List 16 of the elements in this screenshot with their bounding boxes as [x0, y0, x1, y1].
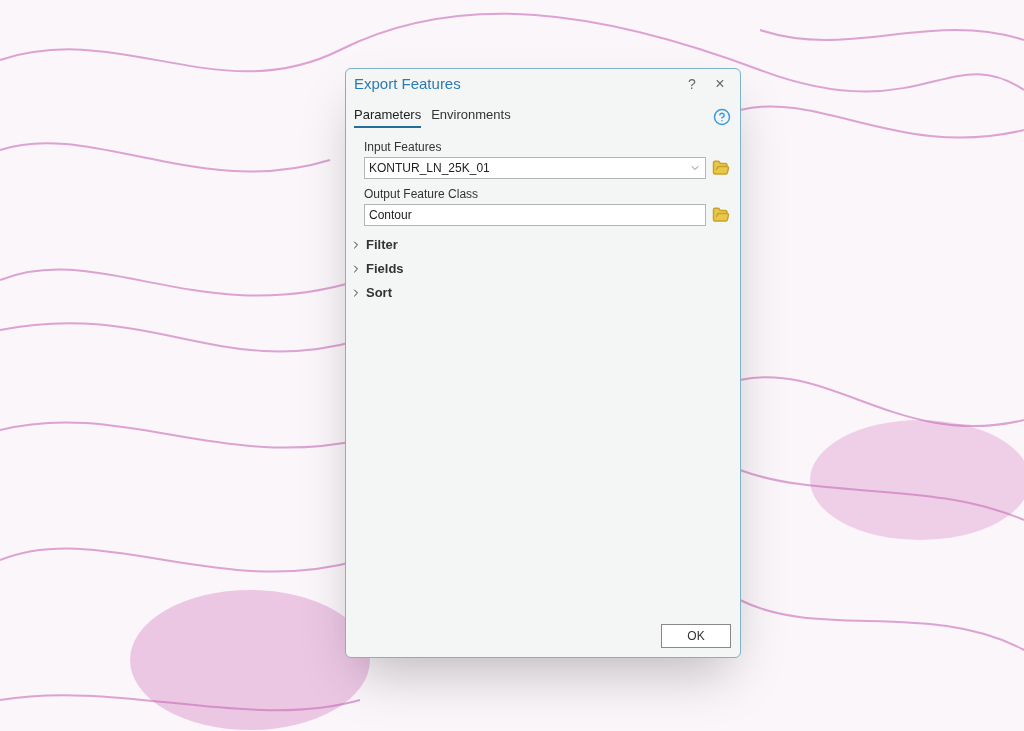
- ok-button[interactable]: OK: [661, 624, 731, 648]
- input-field[interactable]: Contour: [364, 203, 706, 226]
- help-icon[interactable]: [713, 107, 731, 126]
- close-button[interactable]: ×: [708, 72, 732, 96]
- section-header[interactable]: Fields: [350, 259, 736, 278]
- window-title: Export Features: [354, 73, 461, 94]
- tab[interactable]: Environments: [431, 105, 511, 128]
- folder-icon[interactable]: [712, 205, 730, 224]
- section-header[interactable]: Sort: [350, 283, 736, 302]
- help-button[interactable]: ?: [680, 73, 704, 95]
- dropdown-field[interactable]: KONTUR_LN_25K_01: [364, 156, 706, 179]
- tab[interactable]: Parameters: [354, 105, 422, 128]
- folder-icon[interactable]: [712, 158, 730, 177]
- field-label: Input Features: [364, 138, 443, 156]
- section-header[interactable]: Filter: [350, 235, 736, 254]
- field-label: Output Feature Class: [364, 185, 480, 203]
